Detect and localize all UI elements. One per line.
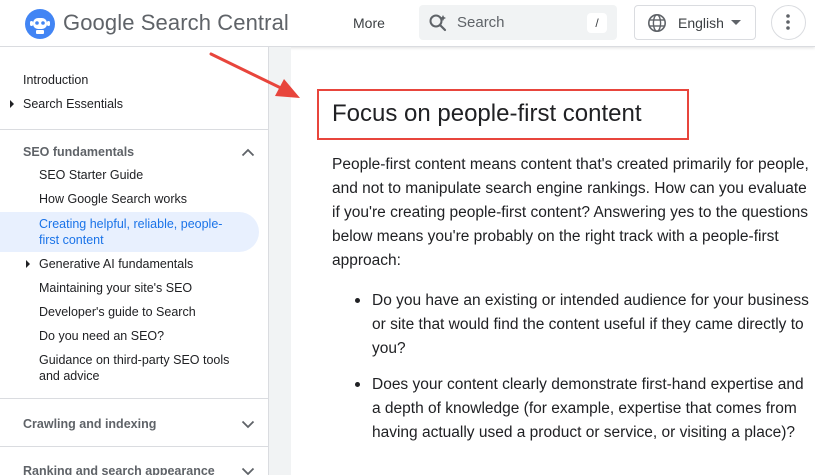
bullet-marker — [355, 298, 360, 303]
search-shortcut-key: / — [587, 13, 607, 33]
search-icon — [429, 14, 447, 32]
robot-logo-icon[interactable] — [24, 8, 56, 40]
more-options-button[interactable] — [771, 5, 806, 40]
language-label: English — [678, 15, 724, 31]
section-ranking-appearance[interactable]: Ranking and search appearance — [23, 463, 215, 475]
chevron-up-icon[interactable] — [241, 148, 255, 157]
globe-icon — [648, 14, 666, 32]
top-header: Google Search Central More / English — [0, 0, 815, 47]
nav-divider — [0, 129, 268, 130]
site-brand[interactable]: Google Search Central — [63, 9, 289, 37]
nav-item-generative-ai[interactable]: Generative AI fundamentals — [39, 256, 249, 272]
nav-item-need-an-seo[interactable]: Do you need an SEO? — [39, 328, 249, 344]
nav-divider — [0, 446, 268, 447]
page-title: Focus on people-first content — [332, 100, 642, 127]
nav-item-search-essentials[interactable]: Search Essentials — [23, 96, 123, 112]
nav-item-maintaining-seo[interactable]: Maintaining your site's SEO — [39, 280, 249, 296]
nav-divider — [0, 398, 268, 399]
search-input[interactable] — [457, 13, 577, 31]
brand-site-text: Search Central — [134, 10, 289, 35]
nav-item-seo-starter-guide[interactable]: SEO Starter Guide — [39, 167, 249, 183]
nav-item-how-search-works[interactable]: How Google Search works — [39, 191, 249, 207]
chevron-down-icon[interactable] — [241, 467, 255, 475]
expand-triangle-icon[interactable] — [26, 260, 30, 268]
section-crawling-indexing[interactable]: Crawling and indexing — [23, 416, 156, 432]
caret-down-icon — [731, 20, 741, 25]
brand-google-text: Google — [63, 10, 135, 35]
intro-paragraph: People-first content means content that'… — [332, 156, 809, 269]
annotation-arrow-icon — [209, 52, 300, 98]
more-vert-icon — [786, 14, 790, 30]
more-menu-button[interactable]: More — [353, 14, 385, 32]
nav-item-developers-guide[interactable]: Developer's guide to Search — [39, 304, 249, 320]
language-selector[interactable]: English — [634, 5, 756, 40]
list-item: Does your content clearly demonstrate fi… — [372, 376, 804, 441]
nav-item-introduction[interactable]: Introduction — [23, 72, 88, 88]
nav-item-helpful-content[interactable]: Creating helpful, reliable, people-first… — [39, 216, 239, 248]
content-gutter — [269, 47, 291, 475]
expand-triangle-icon[interactable] — [10, 100, 14, 108]
left-nav: Introduction Search Essentials SEO funda… — [0, 47, 269, 475]
chevron-down-icon[interactable] — [241, 420, 255, 429]
nav-item-third-party-seo[interactable]: Guidance on third-party SEO tools and ad… — [39, 352, 244, 384]
section-seo-fundamentals[interactable]: SEO fundamentals — [23, 144, 134, 160]
list-item: Do you have an existing or intended audi… — [372, 292, 809, 357]
bullet-marker — [355, 382, 360, 387]
